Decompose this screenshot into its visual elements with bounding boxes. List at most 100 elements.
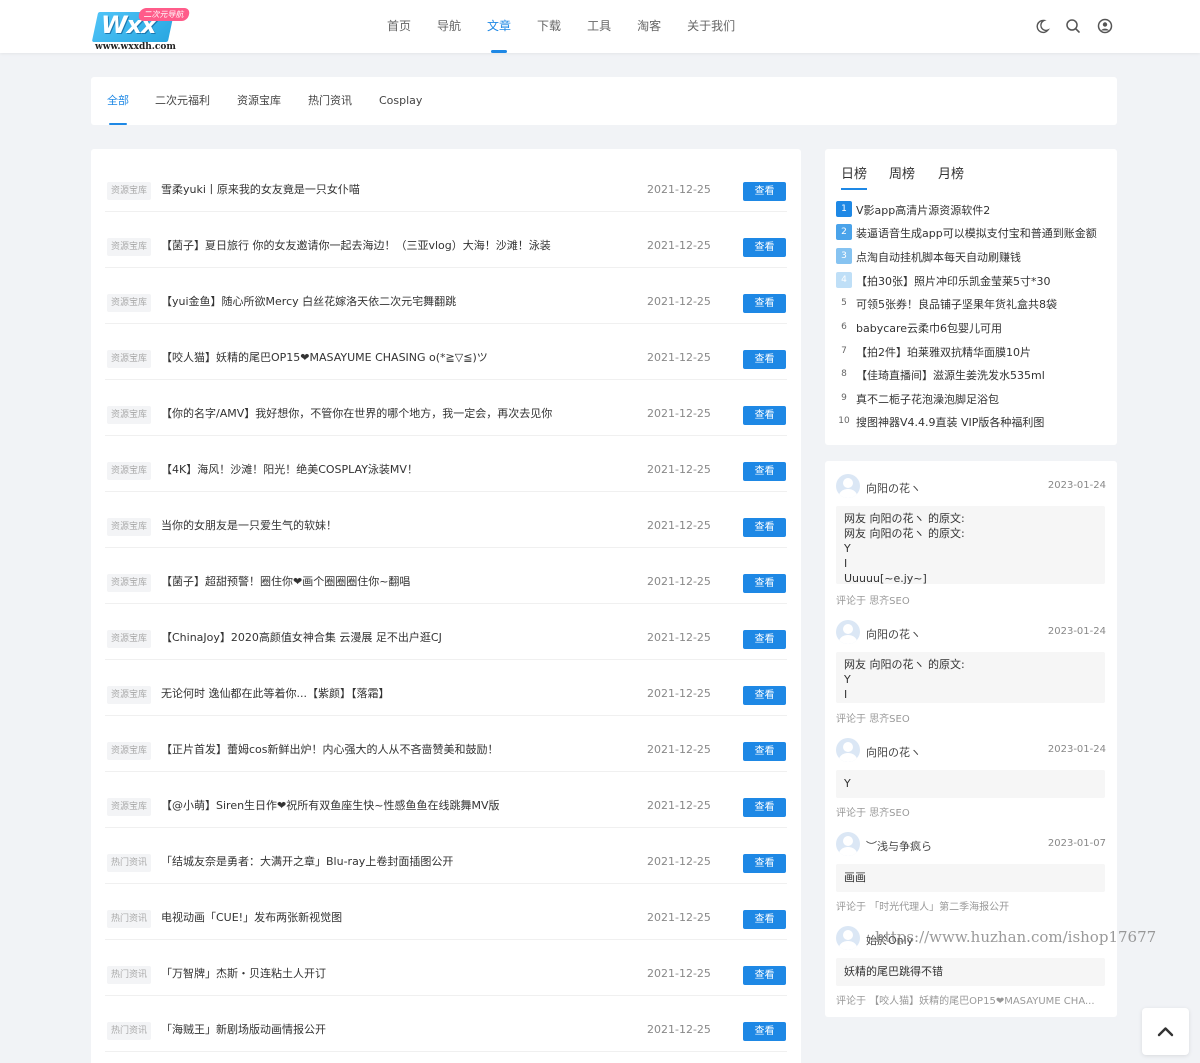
ranking-tab-monthly[interactable]: 月榜 [938, 163, 964, 188]
article-tag[interactable]: 资源宝库 [107, 742, 152, 760]
view-button[interactable]: 查看 [743, 966, 786, 985]
category-tab-resources[interactable]: 资源宝库 [237, 77, 281, 125]
view-button[interactable]: 查看 [743, 238, 786, 257]
article-title[interactable]: 「海贼王」新剧场版动画情报公开 [161, 1021, 681, 1037]
view-button[interactable]: 查看 [743, 630, 786, 649]
article-title[interactable]: 无论何时 逸仙都在此等着你...【紫颜】【落霜】 [161, 685, 681, 701]
ranking-item[interactable]: 2 装逼语音生成app可以模拟支付宝和普通到账金额 [836, 222, 1106, 242]
ranking-item[interactable]: 6 babycare云柔巾6包婴儿可用 [836, 317, 1106, 337]
comment-user[interactable]: ︶浅与争疯ら [866, 838, 932, 854]
article-title[interactable]: 【正片首发】蕾姆cos新鲜出炉！内心强大的人从不吝啬赞美和鼓励！ [161, 741, 681, 757]
comment-on-title[interactable]: 思齐SEO [869, 596, 910, 607]
ranking-tab-daily[interactable]: 日榜 [841, 163, 868, 190]
article-title[interactable]: 【yui金鱼】随心所欲Mercy 白丝花嫁洛天依二次元宅舞翻跳 [161, 293, 681, 309]
comment-on[interactable]: 评论于 思齐SEO [836, 804, 1106, 819]
view-button[interactable]: 查看 [743, 574, 786, 593]
article-tag[interactable]: 资源宝库 [107, 294, 152, 312]
article-title[interactable]: 【菌子】夏日旅行 你的女友邀请你一起去海边！（三亚vlog）大海！沙滩！泳装 [161, 237, 681, 253]
comment-on[interactable]: 评论于 思齐SEO [836, 592, 1106, 607]
article-tag[interactable]: 资源宝库 [107, 182, 152, 200]
rank-title[interactable]: 装逼语音生成app可以模拟支付宝和普通到账金额 [856, 225, 1106, 241]
category-tab-all[interactable]: 全部 [107, 77, 129, 125]
ranking-item[interactable]: 10 搜图神器V4.4.9直装 VIP版各种福利图 [836, 411, 1106, 431]
search-icon[interactable] [1064, 17, 1082, 35]
article-title[interactable]: 「结城友奈是勇者：大满开之章」Blu-ray上卷封面插图公开 [161, 853, 681, 869]
rank-title[interactable]: V影app高清片源资源软件2 [856, 202, 1106, 218]
view-button[interactable]: 查看 [743, 406, 786, 425]
article-tag[interactable]: 热门资讯 [107, 854, 152, 872]
article-tag[interactable]: 资源宝库 [107, 238, 152, 256]
rank-title[interactable]: 可领5张券！良品铺子坚果年货礼盒共8袋 [856, 296, 1106, 312]
comment-on-title[interactable]: 「时光代理人」第二季海报公开 [869, 902, 1009, 913]
article-tag[interactable]: 资源宝库 [107, 686, 152, 704]
view-button[interactable]: 查看 [743, 798, 786, 817]
category-tab-cosplay[interactable]: Cosplay [379, 77, 422, 125]
article-tag[interactable]: 资源宝库 [107, 630, 152, 648]
view-button[interactable]: 查看 [743, 462, 786, 481]
article-title[interactable]: 【你的名字/AMV】我好想你，不管你在世界的哪个地方，我一定会，再次去见你 [161, 405, 681, 421]
view-button[interactable]: 查看 [743, 742, 786, 761]
ranking-item[interactable]: 8 【佳琦直播间】滋源生姜洗发水535ml [836, 364, 1106, 384]
category-tab-news[interactable]: 热门资讯 [308, 77, 352, 125]
article-title[interactable]: 【菌子】超甜预警！圈住你❤画个圈圈圈住你~翻唱 [161, 573, 681, 589]
ranking-tab-weekly[interactable]: 周榜 [889, 163, 915, 188]
avatar[interactable] [836, 926, 860, 950]
comment-on[interactable]: 评论于 「时光代理人」第二季海报公开 [836, 898, 1106, 913]
comment-user[interactable]: 向阳の花ヽ [866, 626, 921, 642]
moon-icon[interactable] [1033, 17, 1051, 35]
article-title[interactable]: 「万智牌」杰斯・贝连粘土人开订 [161, 965, 681, 981]
avatar[interactable] [836, 832, 860, 856]
nav-item-navigation[interactable]: 导航 [424, 0, 474, 53]
article-title[interactable]: 雪柔yuki丨原来我的女友竟是一只女仆喵 [161, 181, 681, 197]
comment-user[interactable]: 向阳の花ヽ [866, 480, 921, 496]
rank-title[interactable]: 点淘自动挂机脚本每天自动刷赚钱 [856, 249, 1106, 265]
article-tag[interactable]: 资源宝库 [107, 406, 152, 424]
article-title[interactable]: 【4K】海风！沙滩！阳光！绝美COSPLAY泳装MV！ [161, 461, 681, 477]
nav-item-about[interactable]: 关于我们 [674, 0, 748, 53]
rank-title[interactable]: 真不二栀子花泡澡泡脚足浴包 [856, 391, 1106, 407]
comment-on-title[interactable]: 思齐SEO [869, 714, 910, 725]
comment-body[interactable]: 网友 向阳の花ヽ 的原文: 网友 向阳の花ヽ 的原文: Y I Uuuuu[~e… [836, 506, 1105, 585]
nav-item-tools[interactable]: 工具 [574, 0, 624, 53]
avatar[interactable] [836, 738, 860, 762]
view-button[interactable]: 查看 [743, 350, 786, 369]
avatar[interactable] [836, 620, 860, 644]
view-button[interactable]: 查看 [743, 518, 786, 537]
article-title[interactable]: 【@小萌】Siren生日作❤祝所有双鱼座生快~性感鱼鱼在线跳舞MV版 [161, 797, 681, 813]
view-button[interactable]: 查看 [743, 182, 786, 201]
article-title[interactable]: 【ChinaJoy】2020高颜值女神合集 云漫展 足不出户逛CJ [161, 629, 681, 645]
ranking-item[interactable]: 3 点淘自动挂机脚本每天自动刷赚钱 [836, 246, 1106, 266]
rank-title[interactable]: 【拍30张】照片冲印乐凯金莹莱5寸*30 [856, 273, 1106, 289]
back-to-top-button[interactable] [1142, 1008, 1189, 1055]
comment-on-title[interactable]: 【咬人猫】妖精的尾巴OP15❤MASAYUME CHA... [869, 996, 1094, 1007]
article-title[interactable]: 电视动画「CUE!」发布两张新视觉图 [161, 909, 681, 925]
rank-title[interactable]: 【佳琦直播间】滋源生姜洗发水535ml [856, 367, 1106, 383]
avatar[interactable] [836, 474, 860, 498]
article-tag[interactable]: 热门资讯 [107, 966, 152, 984]
user-icon[interactable] [1096, 17, 1114, 35]
article-tag[interactable]: 热门资讯 [107, 1022, 152, 1040]
article-tag[interactable]: 资源宝库 [107, 350, 152, 368]
ranking-item[interactable]: 9 真不二栀子花泡澡泡脚足浴包 [836, 388, 1106, 408]
rank-title[interactable]: 【拍2件】珀莱雅双抗精华面膜10片 [856, 344, 1106, 360]
ranking-item[interactable]: 5 可领5张券！良品铺子坚果年货礼盒共8袋 [836, 293, 1106, 313]
view-button[interactable]: 查看 [743, 854, 786, 873]
comment-body[interactable]: Y [836, 770, 1105, 798]
article-tag[interactable]: 资源宝库 [107, 798, 152, 816]
site-logo[interactable]: Wxx 二次元导航 www.wxxdh.com [91, 8, 195, 52]
article-tag[interactable]: 资源宝库 [107, 518, 152, 536]
article-title[interactable]: 【咬人猫】妖精的尾巴OP15❤MASAYUME CHASING o(*≧▽≦)ツ [161, 349, 681, 365]
nav-item-downloads[interactable]: 下载 [524, 0, 574, 53]
category-tab-welfare[interactable]: 二次元福利 [155, 77, 210, 125]
comment-on[interactable]: 评论于 思齐SEO [836, 710, 1106, 725]
comment-body[interactable]: 画画 [836, 864, 1105, 892]
ranking-item[interactable]: 4 【拍30张】照片冲印乐凯金莹莱5寸*30 [836, 270, 1106, 290]
view-button[interactable]: 查看 [743, 910, 786, 929]
rank-title[interactable]: 搜图神器V4.4.9直装 VIP版各种福利图 [856, 414, 1106, 430]
nav-item-articles[interactable]: 文章 [474, 0, 524, 53]
comment-on-title[interactable]: 思齐SEO [869, 808, 910, 819]
nav-item-home[interactable]: 首页 [374, 0, 424, 53]
comment-body[interactable]: 网友 向阳の花ヽ 的原文: Y I [836, 652, 1105, 703]
article-tag[interactable]: 资源宝库 [107, 462, 152, 480]
comment-body[interactable]: 妖精的尾巴跳得不错 [836, 958, 1105, 986]
